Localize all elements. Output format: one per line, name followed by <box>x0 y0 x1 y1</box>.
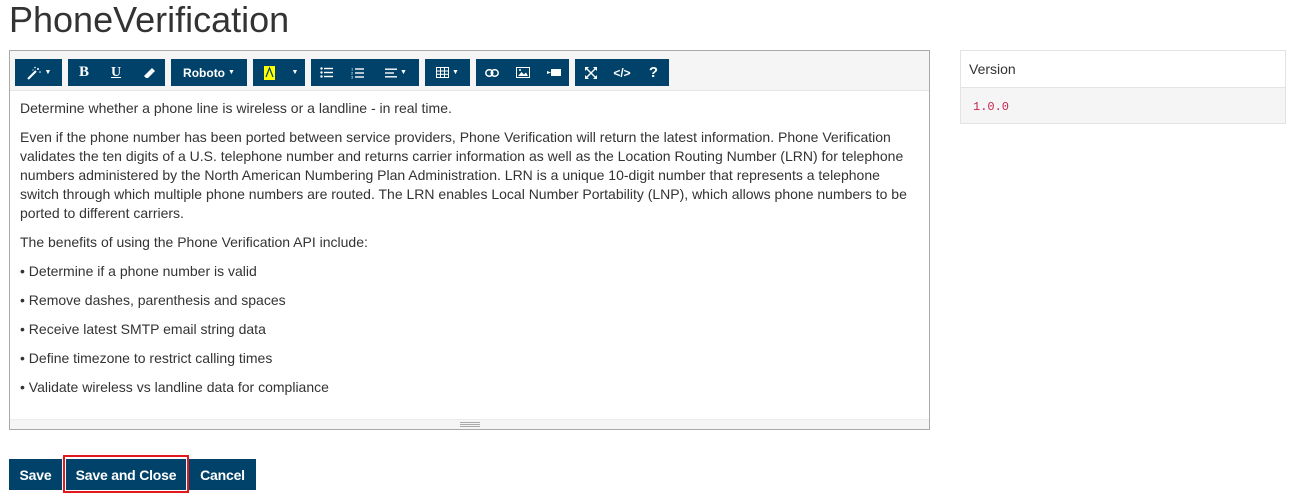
chevron-down-icon: ▼ <box>44 69 52 76</box>
resize-grip-icon[interactable] <box>460 422 480 427</box>
video-icon <box>546 68 561 77</box>
font-style-group: B U <box>68 59 165 86</box>
picture-icon <box>515 67 530 78</box>
content-paragraph: • Determine if a phone number is valid <box>20 263 257 279</box>
align-left-icon <box>385 68 398 78</box>
chevron-down-icon: ▼ <box>400 69 407 76</box>
chevron-down-icon: ▼ <box>452 69 459 76</box>
paragraph-dropdown-button[interactable]: ▼ <box>373 59 419 86</box>
ordered-list-button[interactable]: 1 2 3 <box>342 59 373 86</box>
content-paragraph: • Receive latest SMTP email string data <box>20 321 266 337</box>
highlight-box <box>63 455 189 493</box>
clear-format-button[interactable] <box>132 59 165 86</box>
unordered-list-icon <box>320 67 333 78</box>
table-dropdown-button[interactable]: ▼ <box>425 59 470 86</box>
insert-video-button[interactable] <box>538 59 569 86</box>
page-title: PhoneVerification <box>9 0 290 40</box>
svg-text:3: 3 <box>351 74 354 79</box>
version-value-container: 1.0.0 <box>961 88 1285 123</box>
editor-resize-bar[interactable] <box>10 419 929 429</box>
magic-wand-icon <box>26 66 42 80</box>
font-family-label: Roboto <box>183 65 226 80</box>
font-family-group: Roboto ▼ <box>171 59 247 86</box>
content-paragraph: Determine whether a phone line is wirele… <box>20 100 452 116</box>
color-dropdown-button[interactable]: ▼ <box>285 59 305 86</box>
view-group: </> ? <box>575 59 669 86</box>
cancel-button[interactable]: Cancel <box>189 459 256 490</box>
version-value: 1.0.0 <box>973 100 1010 114</box>
eraser-icon <box>143 67 155 79</box>
insert-picture-button[interactable] <box>507 59 538 86</box>
editor-content[interactable]: Determine whether a phone line is wirele… <box>10 91 929 397</box>
text-color-button[interactable] <box>253 59 285 86</box>
style-dropdown-button[interactable]: ▼ <box>15 59 62 86</box>
save-button[interactable]: Save <box>9 459 62 490</box>
chevron-down-icon: ▼ <box>228 69 235 76</box>
unordered-list-button[interactable] <box>311 59 342 86</box>
ordered-list-icon: 1 2 3 <box>351 67 364 79</box>
color-group: ▼ <box>253 59 305 86</box>
content-paragraph: Even if the phone number has been ported… <box>20 129 907 221</box>
content-paragraph: • Validate wireless vs landline data for… <box>20 379 329 395</box>
text-color-icon <box>263 65 275 80</box>
paragraph-group: 1 2 3 ▼ <box>311 59 419 86</box>
underline-button[interactable]: U <box>100 59 132 86</box>
fullscreen-button[interactable] <box>575 59 606 86</box>
editor-toolbar: ▼ B U Roboto ▼ ▼ 1 2 3 ▼ ▼ </> ? <box>10 51 929 91</box>
insert-link-button[interactable] <box>476 59 507 86</box>
table-icon <box>436 67 450 78</box>
bold-button[interactable]: B <box>68 59 100 86</box>
content-paragraph: • Remove dashes, parenthesis and spaces <box>20 292 286 308</box>
rich-text-editor[interactable]: ▼ B U Roboto ▼ ▼ 1 2 3 ▼ ▼ </> ? Determi… <box>9 50 930 430</box>
link-icon <box>484 68 499 77</box>
version-panel: Version 1.0.0 <box>960 50 1286 124</box>
code-view-button[interactable]: </> <box>606 59 638 86</box>
fullscreen-icon <box>584 66 597 79</box>
insert-group <box>476 59 569 86</box>
content-paragraph: • Define timezone to restrict calling ti… <box>20 350 273 366</box>
chevron-down-icon: ▼ <box>291 69 299 76</box>
font-family-dropdown[interactable]: Roboto ▼ <box>171 59 247 86</box>
table-group: ▼ <box>425 59 470 86</box>
content-paragraph: The benefits of using the Phone Verifica… <box>20 234 368 250</box>
version-label: Version <box>961 51 1285 88</box>
help-button[interactable]: ? <box>638 59 669 86</box>
style-group: ▼ <box>15 59 62 86</box>
